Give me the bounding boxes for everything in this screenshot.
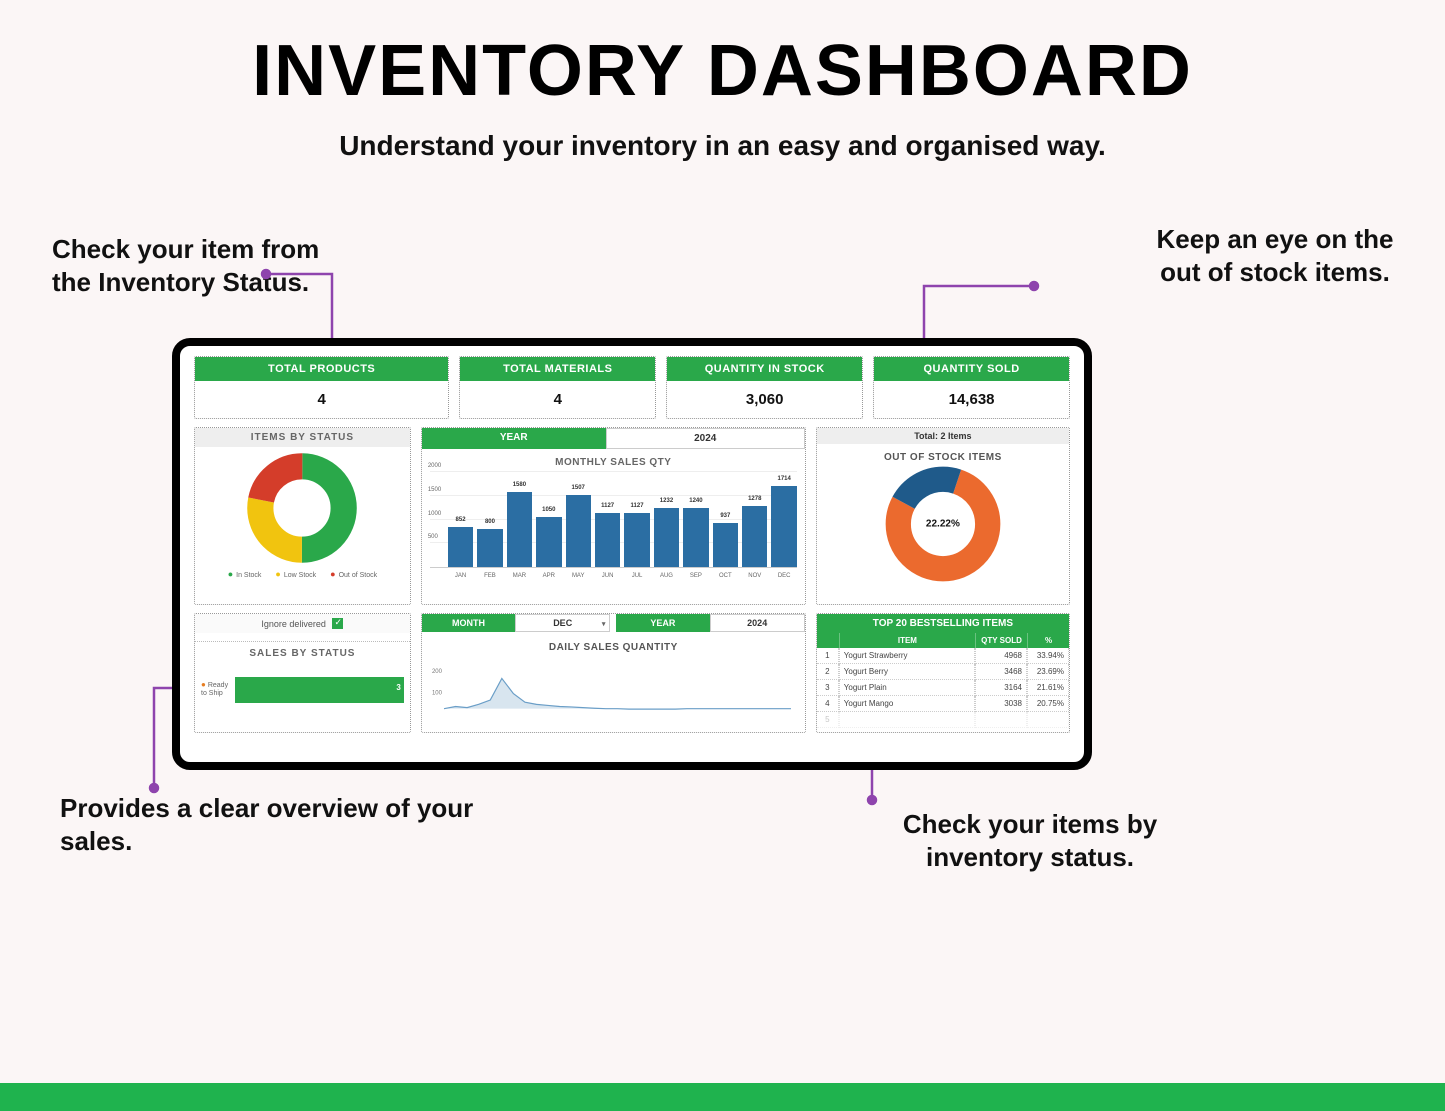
bestsellers-header: TOP 20 BESTSELLING ITEMS [817,614,1069,633]
card-out-of-stock: Total: 2 Items OUT OF STOCK ITEMS 22.22% [816,427,1070,605]
svg-text:200: 200 [432,669,443,675]
ignore-delivered-checkbox[interactable] [332,618,343,629]
dashboard-frame: TOTAL PRODUCTS 4 TOTAL MATERIALS 4 QUANT… [172,338,1092,770]
year-select[interactable]: 2024 [606,428,805,449]
bar-mar: 1580MAR [507,492,532,567]
bar-jul: 1127JUL [624,513,649,567]
page-title: INVENTORY DASHBOARD [0,0,1445,112]
legend-items-by-status: In Stock Low Stock Out of Stock [195,569,410,579]
year-label: YEAR [616,614,709,632]
page-subtitle: Understand your inventory in an easy and… [0,130,1445,162]
kpi-qty-in-stock: QUANTITY IN STOCK 3,060 [666,356,863,419]
card-sales-by-status: Ignore delivered SALES BY STATUS Ready t… [194,613,411,733]
card-monthly-sales: YEAR 2024 MONTHLY SALES QTY 500100015002… [421,427,806,605]
kpi-label: QUANTITY SOLD [874,357,1069,381]
chart-sales-by-status: Ready to Ship 3 [201,665,404,711]
year-select[interactable]: 2024 [710,614,805,632]
bar-nov: 1278NOV [742,506,767,567]
legend-in-stock: In Stock [228,569,262,579]
callout-bottom-left: Provides a clear overview of your sales. [60,792,520,857]
bar-feb: 800FEB [477,529,502,567]
table-row: 3Yogurt Plain316421.61% [817,680,1069,696]
table-row: 4Yogurt Mango303820.75% [817,696,1069,712]
svg-text:100: 100 [432,690,443,696]
card-title: SALES BY STATUS [195,641,410,659]
ignore-delivered-label: Ignore delivered [261,619,326,629]
bar-dec: 1714DEC [771,486,796,567]
callout-bottom-right: Check your items by inventory status. [865,808,1195,873]
chevron-down-icon: ▾ [602,620,606,628]
kpi-total-products: TOTAL PRODUCTS 4 [194,356,449,419]
kpi-qty-sold: QUANTITY SOLD 14,638 [873,356,1070,419]
kpi-value: 4 [460,381,655,418]
card-title: MONTHLY SALES QTY [422,457,805,468]
card-daily-sales: MONTH DEC▾ YEAR 2024 DAILY SALES QUANTIT… [421,613,806,733]
kpi-row: TOTAL PRODUCTS 4 TOTAL MATERIALS 4 QUANT… [194,356,1070,419]
hbar-label: Ready to Ship [201,681,233,697]
kpi-value: 4 [195,381,448,418]
legend-out-of-stock: Out of Stock [330,569,377,579]
bar-jan: 852JAN [448,527,473,567]
hbar-ready-to-ship: 3 [235,677,404,703]
kpi-label: TOTAL PRODUCTS [195,357,448,381]
donut-center-label: 22.22% [926,519,960,530]
out-of-stock-total: Total: 2 Items [817,428,1069,444]
footer-accent-bar [0,1083,1445,1111]
chart-daily-sales: 200 100 [430,655,797,715]
card-title: OUT OF STOCK ITEMS [817,452,1069,463]
bar-apr: 1050APR [536,517,561,567]
kpi-label: TOTAL MATERIALS [460,357,655,381]
card-title: DAILY SALES QUANTITY [422,642,805,653]
card-bestsellers: TOP 20 BESTSELLING ITEMS ITEM QTY SOLD %… [816,613,1070,733]
bar-sep: 1240SEP [683,508,708,567]
bar-jun: 1127JUN [595,513,620,567]
col-item: ITEM [839,633,975,648]
month-label: MONTH [422,614,515,632]
legend-low-stock: Low Stock [275,569,316,579]
table-row: 1Yogurt Strawberry496833.94% [817,648,1069,664]
month-select[interactable]: DEC▾ [515,614,610,632]
hbar-value: 3 [396,683,400,692]
bestsellers-col-headers: ITEM QTY SOLD % [817,633,1069,648]
bar-oct: 937OCT [713,523,738,568]
chart-monthly-sales: 500100015002000852JAN800FEB1580MAR1050AP… [430,472,797,568]
kpi-total-materials: TOTAL MATERIALS 4 [459,356,656,419]
card-title: ITEMS BY STATUS [195,428,410,447]
year-label: YEAR [422,428,606,449]
bar-may: 1507MAY [566,495,591,567]
col-percent: % [1027,633,1069,648]
table-row: 2Yogurt Berry346823.69% [817,664,1069,680]
callout-top-right: Keep an eye on the out of stock items. [1145,223,1405,288]
card-items-by-status: ITEMS BY STATUS In Stock Low Stock Out o… [194,427,411,605]
kpi-value: 3,060 [667,381,862,418]
ignore-delivered-row: Ignore delivered [195,614,410,633]
kpi-label: QUANTITY IN STOCK [667,357,862,381]
col-qty-sold: QTY SOLD [975,633,1027,648]
donut-items-by-status [247,453,357,563]
kpi-value: 14,638 [874,381,1069,418]
bar-aug: 1232AUG [654,508,679,567]
